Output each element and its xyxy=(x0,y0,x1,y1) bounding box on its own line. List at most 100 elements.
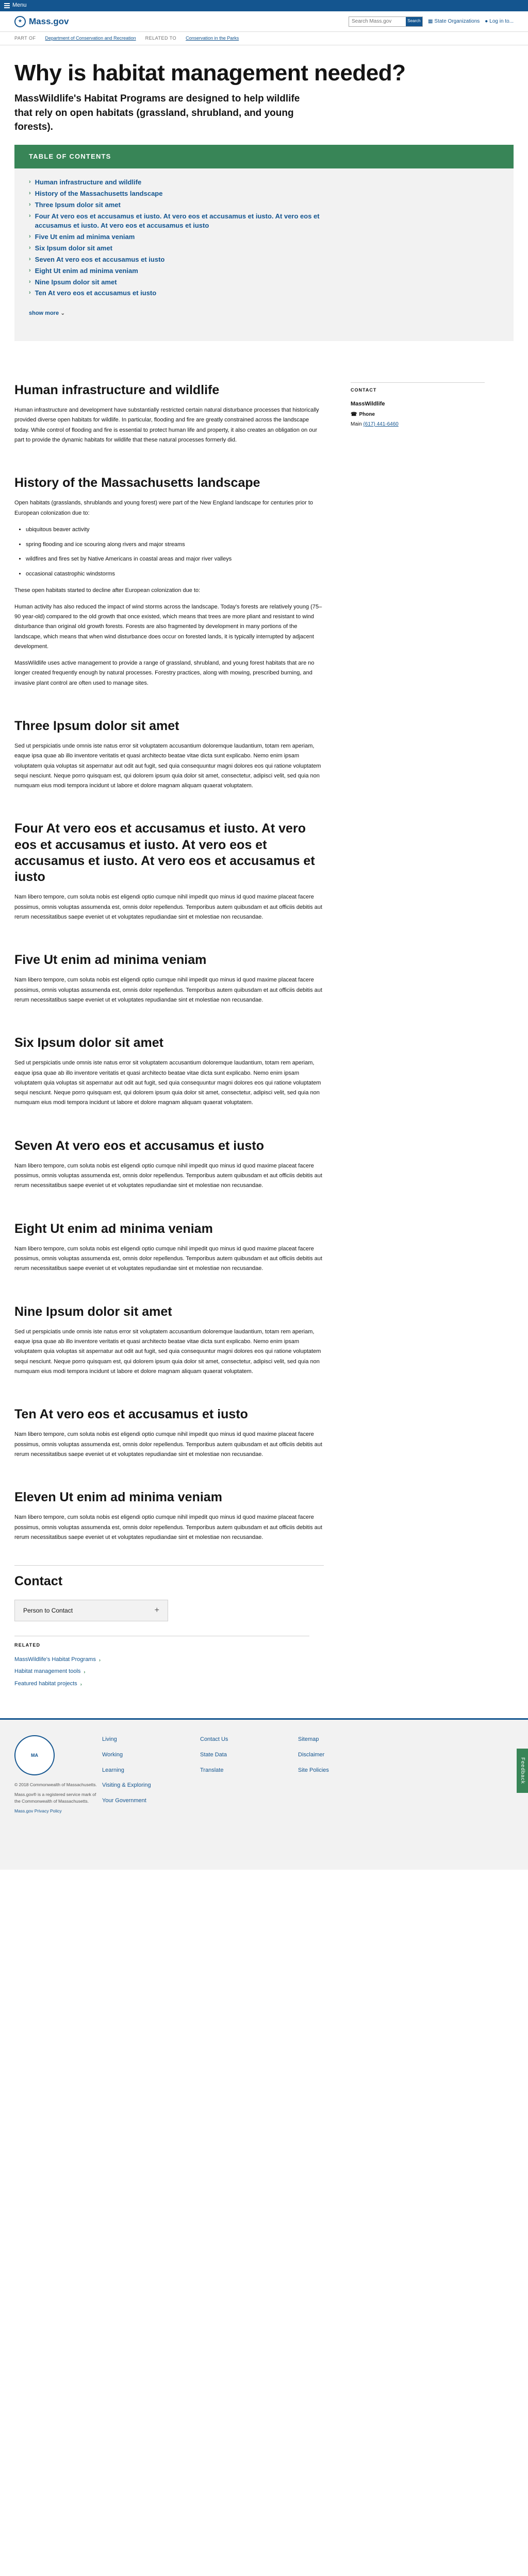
part-of-link[interactable]: Department of Conservation and Recreatio… xyxy=(45,35,136,42)
content-section: History of the Massachusetts landscape O… xyxy=(14,475,324,688)
contact-org-name: MassWildlife xyxy=(351,401,385,407)
toc-item[interactable]: › Six Ipsum dolor sit amet xyxy=(29,244,499,253)
toc-item[interactable]: › Ten At vero eos et accusamus et iusto xyxy=(29,289,499,298)
footer-link[interactable]: State Data xyxy=(200,1751,298,1760)
content-section: Five Ut enim ad minima veniam Nam libero… xyxy=(14,952,324,1005)
footer-link[interactable]: Sitemap xyxy=(298,1735,396,1744)
part-of-label: PART OF xyxy=(14,36,36,41)
phone-prefix: Main xyxy=(351,421,362,427)
page-lede: MassWildlife's Habitat Programs are desi… xyxy=(14,93,300,133)
accordion-label: Person to Contact xyxy=(23,1606,73,1614)
chevron-right-icon: › xyxy=(29,290,31,296)
section-paragraph: Sed ut perspiciatis unde omnis iste natu… xyxy=(14,1060,321,1106)
menu-icon[interactable] xyxy=(4,2,10,9)
list-item: spring flooding and ice scouring along r… xyxy=(26,540,324,550)
section-paragraph: Nam libero tempore, cum soluta nobis est… xyxy=(14,977,322,1003)
chevron-right-icon: › xyxy=(29,267,31,274)
content-section: Eleven Ut enim ad minima veniam Nam libe… xyxy=(14,1489,324,1543)
state-seal-icon: MA xyxy=(14,1735,55,1776)
content-section: Three Ipsum dolor sit amet Sed ut perspi… xyxy=(14,718,324,791)
section-paragraph: Open habitats (grasslands, shrublands an… xyxy=(14,500,314,516)
logo-text: Mass.gov xyxy=(29,16,69,26)
search-input[interactable] xyxy=(349,19,406,24)
section-paragraph: Nam libero tempore, cum soluta nobis est… xyxy=(14,1514,322,1540)
footer-link[interactable]: Translate xyxy=(200,1766,298,1775)
related-to-label: RELATED TO xyxy=(145,36,177,41)
registered-text: Mass.gov® is a registered service mark o… xyxy=(14,1792,96,1804)
copyright-text: © 2018 Commonwealth of Massachusetts. xyxy=(14,1782,97,1788)
contact-accordion[interactable]: Person to Contact + xyxy=(14,1600,168,1622)
section-paragraph: Nam libero tempore, cum soluta nobis est… xyxy=(14,1245,322,1272)
bullet-list: ubiquitous beaver activity spring floodi… xyxy=(14,525,324,579)
related-link-item[interactable]: Habitat management tools › xyxy=(14,1667,309,1676)
search-box: Search xyxy=(348,16,423,27)
main-content: Human infrastructure and wildlife Human … xyxy=(14,382,324,1572)
toc-list: › Human infrastructure and wildlife › Hist… xyxy=(14,168,514,304)
toc-item[interactable]: › Human infrastructure and wildlife xyxy=(29,178,499,188)
toc-item[interactable]: › Nine Ipsum dolor sit amet xyxy=(29,278,499,287)
section-heading: Human infrastructure and wildlife xyxy=(14,382,220,397)
footer-link[interactable]: Your Government xyxy=(102,1797,200,1806)
relationship-bar: PART OF Department of Conservation and R… xyxy=(0,32,528,45)
footer-link[interactable]: Visiting & Exploring xyxy=(102,1781,200,1790)
related-heading: RELATED xyxy=(14,1636,309,1649)
footer-link[interactable]: Living xyxy=(102,1735,200,1744)
footer-column: Living Working Learning Visiting & Explo… xyxy=(102,1735,200,1870)
toc-heading: Table of Contents xyxy=(14,145,514,169)
section-paragraph: Sed ut perspiciatis unde omnis iste natu… xyxy=(14,743,321,789)
site-header: ★ Mass.gov Search ▦ State Organizations … xyxy=(0,11,528,32)
content-section: Nine Ipsum dolor sit amet Sed ut perspic… xyxy=(14,1304,324,1377)
chevron-right-icon: › xyxy=(29,201,31,208)
chevron-right-icon: › xyxy=(80,1681,82,1687)
site-footer: MA © 2018 Commonwealth of Massachusetts.… xyxy=(0,1718,528,1870)
log-in-link[interactable]: ● Log in to... xyxy=(485,18,514,26)
related-section: RELATED MassWildlife's Habitat Programs ›… xyxy=(0,1636,324,1688)
toc-item[interactable]: › Four At vero eos et accusamus et iusto.… xyxy=(29,212,499,231)
search-button[interactable]: Search xyxy=(405,16,422,26)
content-section: Four At vero eos et accusamus et iusto. … xyxy=(14,821,324,922)
section-heading: Three Ipsum dolor sit amet xyxy=(14,718,179,733)
section-heading: Nine Ipsum dolor sit amet xyxy=(14,1304,172,1319)
footer-column: Sitemap Disclaimer Site Policies xyxy=(298,1735,396,1870)
state-organizations-link[interactable]: ▦ State Organizations xyxy=(428,18,480,26)
related-link-item[interactable]: MassWildlife's Habitat Programs › xyxy=(14,1655,309,1665)
menu-label[interactable]: Menu xyxy=(12,1,27,10)
user-icon: ● xyxy=(485,18,488,24)
show-more-link[interactable]: show more xyxy=(29,310,59,316)
phone-icon: ☎ xyxy=(351,411,357,417)
footer-link[interactable]: Site Policies xyxy=(298,1766,396,1775)
phone-row: Main (617) 441-6460 xyxy=(351,419,485,429)
chevron-right-icon: › xyxy=(29,233,31,240)
related-to-link[interactable]: Conservation in the Parks xyxy=(186,35,239,42)
section-paragraph: MassWildlife uses active management to p… xyxy=(14,660,315,686)
site-logo[interactable]: ★ Mass.gov xyxy=(14,14,69,28)
content-section: Seven At vero eos et accusamus et iusto … xyxy=(14,1138,324,1191)
list-item: ubiquitous beaver activity xyxy=(26,525,324,535)
section-paragraph: These open habitats started to decline a… xyxy=(14,587,201,594)
footer-link[interactable]: Learning xyxy=(102,1766,200,1775)
section-paragraph: Nam libero tempore, cum soluta nobis est… xyxy=(14,1431,322,1458)
toc-item[interactable]: › Eight Ut enim ad minima veniam xyxy=(29,266,499,276)
contact-sidebar: CONTACT MassWildlife ☎ Phone Main (617) … xyxy=(351,382,485,1572)
toc-item[interactable]: › Seven At vero eos et accusamus et iusto xyxy=(29,255,499,265)
footer-link[interactable]: Disclaimer xyxy=(298,1751,396,1760)
phone-number-link[interactable]: (617) 441-6460 xyxy=(363,421,398,427)
privacy-policy-link[interactable]: Mass.gov Privacy Policy xyxy=(14,1808,62,1814)
footer-link[interactable]: Contact Us xyxy=(200,1735,298,1744)
toc-item[interactable]: › Five Ut enim ad minima veniam xyxy=(29,232,499,242)
plus-icon: + xyxy=(154,1606,159,1615)
toc-item[interactable]: › Three Ipsum dolor sit amet xyxy=(29,200,499,210)
sidebar-contact-label: CONTACT xyxy=(351,387,377,393)
page-title: Why is habitat management needed? xyxy=(14,60,406,86)
feedback-tab[interactable]: Feedback xyxy=(517,1749,528,1793)
section-paragraph: Sed ut perspiciatis unde omnis iste natu… xyxy=(14,1328,321,1375)
section-heading: History of the Massachusetts landscape xyxy=(14,476,260,490)
toc-item[interactable]: › History of the Massachusetts landscape xyxy=(29,189,499,199)
section-heading: Four At vero eos et accusamus et iusto. … xyxy=(14,821,315,885)
chevron-down-icon: ⌄ xyxy=(60,310,65,317)
section-heading: Eleven Ut enim ad minima veniam xyxy=(14,1490,222,1505)
chevron-right-icon: › xyxy=(29,278,31,285)
content-section: Six Ipsum dolor sit amet Sed ut perspici… xyxy=(14,1035,324,1108)
related-link-item[interactable]: Featured habitat projects › xyxy=(14,1680,309,1689)
footer-link[interactable]: Working xyxy=(102,1751,200,1760)
